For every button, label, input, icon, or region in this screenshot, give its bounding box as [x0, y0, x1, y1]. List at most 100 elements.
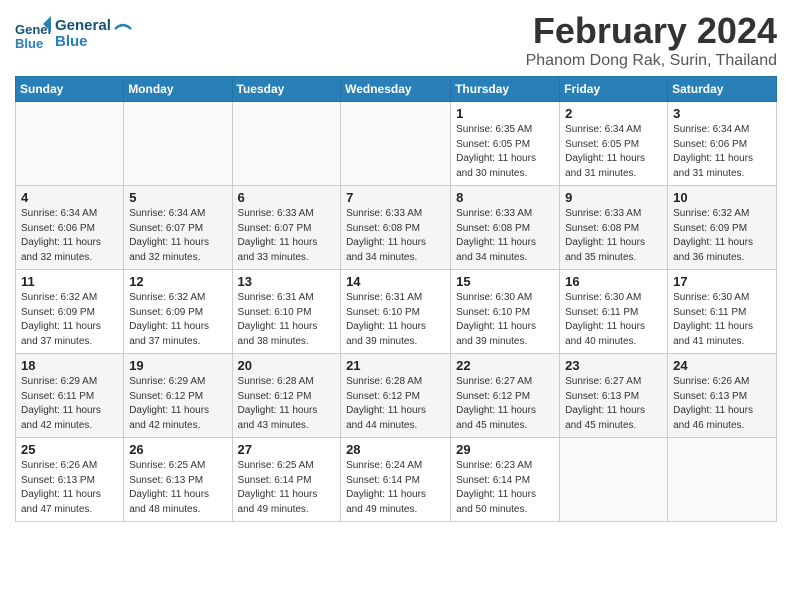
day-number: 11 — [21, 274, 118, 289]
calendar-cell: 1Sunrise: 6:35 AM Sunset: 6:05 PM Daylig… — [451, 102, 560, 186]
calendar-cell: 20 Sunrise: 6:28 AM Sunset: 6:12 PM Dayli… — [232, 354, 341, 438]
logo-swoosh — [113, 19, 133, 39]
day-header-wednesday: Wednesday — [341, 77, 451, 102]
day-number: 12 — [129, 274, 226, 289]
calendar-cell: 5 Sunrise: 6:34 AM Sunset: 6:07 PM Daylig… — [124, 186, 232, 270]
calendar-cell: 25 Sunrise: 6:26 AM Sunset: 6:13 PM Dayli… — [16, 438, 124, 522]
day-number: 20 — [238, 358, 336, 373]
logo-text-general: General — [55, 18, 111, 35]
day-info: Sunrise: 6:23 AM Sunset: 6:14 PM Dayligh… — [456, 459, 554, 517]
day-info: Sunrise: 6:30 AM Sunset: 6:11 PM Dayligh… — [673, 291, 771, 349]
calendar-cell: 2Sunrise: 6:34 AM Sunset: 6:05 PM Daylig… — [560, 102, 668, 186]
day-number: 29 — [456, 442, 554, 457]
day-info: Sunrise: 6:28 AM Sunset: 6:12 PM Dayligh… — [346, 375, 445, 433]
day-number: 22 — [456, 358, 554, 373]
day-info: Sunrise: 6:32 AM Sunset: 6:09 PM Dayligh… — [673, 207, 771, 265]
day-info: Sunrise: 6:26 AM Sunset: 6:13 PM Dayligh… — [21, 459, 118, 517]
day-info: Sunrise: 6:31 AM Sunset: 6:10 PM Dayligh… — [346, 291, 445, 349]
calendar-cell — [124, 102, 232, 186]
header: General Blue General Blue February 2024 … — [15, 10, 777, 70]
week-row-2: 11 Sunrise: 6:32 AM Sunset: 6:09 PM Dayli… — [16, 270, 777, 354]
day-header-thursday: Thursday — [451, 77, 560, 102]
calendar-cell: 29 Sunrise: 6:23 AM Sunset: 6:14 PM Dayli… — [451, 438, 560, 522]
day-header-friday: Friday — [560, 77, 668, 102]
day-info: Sunrise: 6:29 AM Sunset: 6:12 PM Dayligh… — [129, 375, 226, 433]
calendar-cell: 24 Sunrise: 6:26 AM Sunset: 6:13 PM Dayli… — [668, 354, 777, 438]
day-number: 5 — [129, 190, 226, 205]
week-row-4: 25 Sunrise: 6:26 AM Sunset: 6:13 PM Dayli… — [16, 438, 777, 522]
calendar-cell: 9 Sunrise: 6:33 AM Sunset: 6:08 PM Daylig… — [560, 186, 668, 270]
month-year-title: February 2024 — [526, 10, 777, 52]
day-info: Sunrise: 6:25 AM Sunset: 6:14 PM Dayligh… — [238, 459, 336, 517]
week-row-1: 4Sunrise: 6:34 AM Sunset: 6:06 PM Daylig… — [16, 186, 777, 270]
day-info: Sunrise: 6:26 AM Sunset: 6:13 PM Dayligh… — [673, 375, 771, 433]
day-number: 6 — [238, 190, 336, 205]
day-number: 15 — [456, 274, 554, 289]
day-info: Sunrise: 6:34 AM Sunset: 6:06 PM Dayligh… — [21, 207, 118, 265]
calendar-header-row: SundayMondayTuesdayWednesdayThursdayFrid… — [16, 77, 777, 102]
calendar-table: SundayMondayTuesdayWednesdayThursdayFrid… — [15, 76, 777, 522]
calendar-cell: 10 Sunrise: 6:32 AM Sunset: 6:09 PM Dayli… — [668, 186, 777, 270]
day-info: Sunrise: 6:30 AM Sunset: 6:11 PM Dayligh… — [565, 291, 662, 349]
title-area: February 2024 Phanom Dong Rak, Surin, Th… — [526, 10, 777, 70]
location-title: Phanom Dong Rak, Surin, Thailand — [526, 52, 777, 70]
calendar-cell — [560, 438, 668, 522]
day-info: Sunrise: 6:27 AM Sunset: 6:12 PM Dayligh… — [456, 375, 554, 433]
day-info: Sunrise: 6:33 AM Sunset: 6:08 PM Dayligh… — [565, 207, 662, 265]
calendar-cell: 27 Sunrise: 6:25 AM Sunset: 6:14 PM Dayli… — [232, 438, 341, 522]
day-info: Sunrise: 6:28 AM Sunset: 6:12 PM Dayligh… — [238, 375, 336, 433]
calendar-cell: 28 Sunrise: 6:24 AM Sunset: 6:14 PM Dayli… — [341, 438, 451, 522]
calendar-cell: 6 Sunrise: 6:33 AM Sunset: 6:07 PM Daylig… — [232, 186, 341, 270]
calendar-cell — [232, 102, 341, 186]
day-number: 16 — [565, 274, 662, 289]
day-info: Sunrise: 6:32 AM Sunset: 6:09 PM Dayligh… — [129, 291, 226, 349]
calendar-cell: 19Sunrise: 6:29 AM Sunset: 6:12 PM Dayli… — [124, 354, 232, 438]
day-number: 25 — [21, 442, 118, 457]
day-header-sunday: Sunday — [16, 77, 124, 102]
day-number: 8 — [456, 190, 554, 205]
day-number: 26 — [129, 442, 226, 457]
day-info: Sunrise: 6:34 AM Sunset: 6:06 PM Dayligh… — [673, 123, 771, 181]
day-number: 18 — [21, 358, 118, 373]
calendar-cell: 21 Sunrise: 6:28 AM Sunset: 6:12 PM Dayli… — [341, 354, 451, 438]
day-info: Sunrise: 6:27 AM Sunset: 6:13 PM Dayligh… — [565, 375, 662, 433]
day-info: Sunrise: 6:34 AM Sunset: 6:07 PM Dayligh… — [129, 207, 226, 265]
calendar-cell: 22 Sunrise: 6:27 AM Sunset: 6:12 PM Dayli… — [451, 354, 560, 438]
calendar-cell: 15Sunrise: 6:30 AM Sunset: 6:10 PM Dayli… — [451, 270, 560, 354]
calendar-cell: 4Sunrise: 6:34 AM Sunset: 6:06 PM Daylig… — [16, 186, 124, 270]
calendar-cell: 11 Sunrise: 6:32 AM Sunset: 6:09 PM Dayli… — [16, 270, 124, 354]
calendar-cell: 13Sunrise: 6:31 AM Sunset: 6:10 PM Dayli… — [232, 270, 341, 354]
calendar-cell: 8 Sunrise: 6:33 AM Sunset: 6:08 PM Daylig… — [451, 186, 560, 270]
calendar-cell: 18 Sunrise: 6:29 AM Sunset: 6:11 PM Dayli… — [16, 354, 124, 438]
day-number: 2 — [565, 106, 662, 121]
day-info: Sunrise: 6:29 AM Sunset: 6:11 PM Dayligh… — [21, 375, 118, 433]
day-number: 27 — [238, 442, 336, 457]
day-number: 28 — [346, 442, 445, 457]
day-info: Sunrise: 6:33 AM Sunset: 6:08 PM Dayligh… — [346, 207, 445, 265]
calendar-cell: 23 Sunrise: 6:27 AM Sunset: 6:13 PM Dayli… — [560, 354, 668, 438]
week-row-3: 18 Sunrise: 6:29 AM Sunset: 6:11 PM Dayli… — [16, 354, 777, 438]
day-info: Sunrise: 6:24 AM Sunset: 6:14 PM Dayligh… — [346, 459, 445, 517]
day-number: 23 — [565, 358, 662, 373]
day-header-monday: Monday — [124, 77, 232, 102]
day-number: 7 — [346, 190, 445, 205]
day-number: 10 — [673, 190, 771, 205]
calendar-cell: 17 Sunrise: 6:30 AM Sunset: 6:11 PM Dayli… — [668, 270, 777, 354]
calendar-cell: 7 Sunrise: 6:33 AM Sunset: 6:08 PM Daylig… — [341, 186, 451, 270]
day-number: 14 — [346, 274, 445, 289]
calendar-cell: 16 Sunrise: 6:30 AM Sunset: 6:11 PM Dayli… — [560, 270, 668, 354]
week-row-0: 1Sunrise: 6:35 AM Sunset: 6:05 PM Daylig… — [16, 102, 777, 186]
day-number: 9 — [565, 190, 662, 205]
calendar-cell: 3Sunrise: 6:34 AM Sunset: 6:06 PM Daylig… — [668, 102, 777, 186]
day-number: 21 — [346, 358, 445, 373]
day-info: Sunrise: 6:33 AM Sunset: 6:08 PM Dayligh… — [456, 207, 554, 265]
day-info: Sunrise: 6:32 AM Sunset: 6:09 PM Dayligh… — [21, 291, 118, 349]
logo: General Blue General Blue — [15, 16, 133, 52]
day-number: 13 — [238, 274, 336, 289]
calendar-cell: 12 Sunrise: 6:32 AM Sunset: 6:09 PM Dayli… — [124, 270, 232, 354]
day-number: 24 — [673, 358, 771, 373]
day-number: 17 — [673, 274, 771, 289]
day-number: 1 — [456, 106, 554, 121]
svg-text:Blue: Blue — [15, 36, 43, 51]
day-info: Sunrise: 6:33 AM Sunset: 6:07 PM Dayligh… — [238, 207, 336, 265]
